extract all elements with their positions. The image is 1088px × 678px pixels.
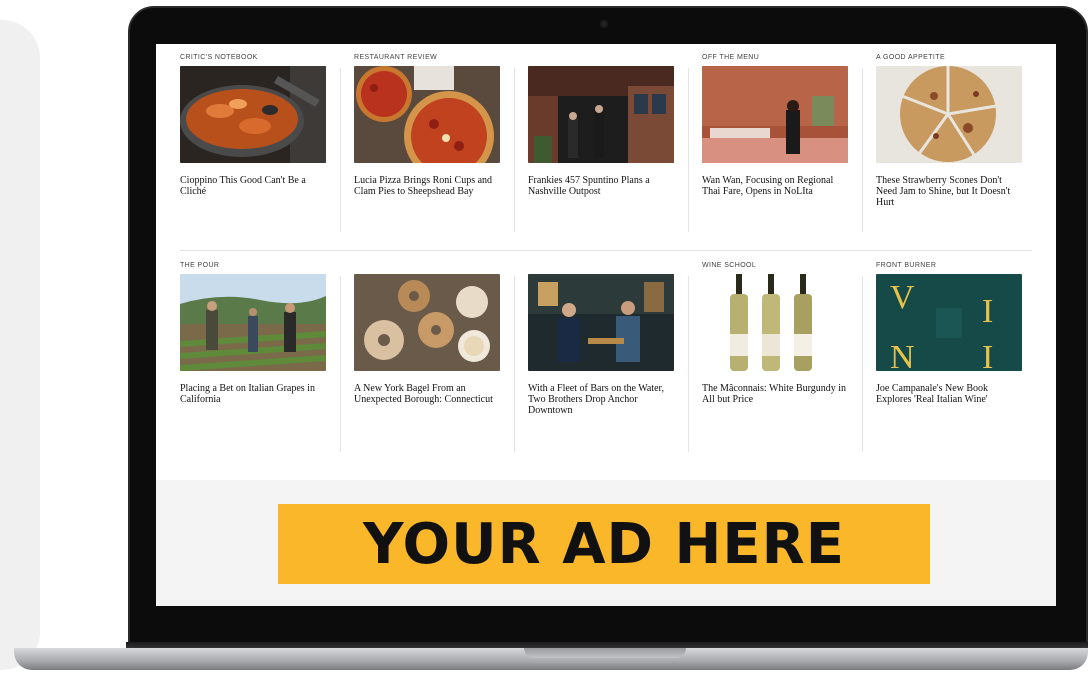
restaurant-interior-photo[interactable] bbox=[702, 66, 848, 163]
article-kicker: FRONT BURNER bbox=[876, 262, 937, 269]
book-cover-letter: N bbox=[890, 339, 915, 371]
article-card[interactable]: A GOOD APPETITE These Strawberry Scones … bbox=[862, 52, 1036, 232]
ad-banner-text: YOUR AD HERE bbox=[362, 511, 846, 577]
article-headline[interactable]: Wan Wan, Focusing on Regional Thai Fare,… bbox=[702, 175, 848, 197]
article-kicker bbox=[528, 52, 674, 66]
book-cover-letter: I bbox=[982, 293, 993, 330]
article-kicker: THE POUR bbox=[180, 262, 220, 269]
article-card[interactable]: OFF THE MENU Wan Wan, Focusing on Region… bbox=[688, 52, 862, 232]
article-kicker: RESTAURANT REVIEW bbox=[354, 54, 438, 61]
cioppino-photo[interactable] bbox=[180, 66, 326, 163]
article-card[interactable]: WINE SCHOOL The Mâconnais: White Burgund… bbox=[688, 260, 862, 452]
ad-area: YOUR AD HERE bbox=[156, 480, 1056, 606]
pizza-photo[interactable] bbox=[354, 66, 500, 163]
article-kicker: WINE SCHOOL bbox=[702, 262, 757, 269]
article-kicker bbox=[354, 260, 500, 274]
article-headline[interactable]: These Strawberry Scones Don't Need Jam t… bbox=[876, 175, 1022, 208]
storefront-photo[interactable] bbox=[528, 66, 674, 163]
article-headline[interactable]: With a Fleet of Bars on the Water, Two B… bbox=[528, 383, 674, 416]
bagels-photo[interactable] bbox=[354, 274, 500, 371]
article-card[interactable]: With a Fleet of Bars on the Water, Two B… bbox=[514, 260, 688, 452]
article-card[interactable]: CRITIC'S NOTEBOOK Cioppino This Good Can… bbox=[180, 52, 340, 232]
article-headline[interactable]: Lucia Pizza Brings Roni Cups and Clam Pi… bbox=[354, 175, 500, 197]
laptop-notch bbox=[524, 648, 686, 658]
article-headline[interactable]: Placing a Bet on Italian Grapes in Calif… bbox=[180, 383, 326, 405]
article-card[interactable]: THE POUR Placing a Bet on Italian Grapes… bbox=[180, 260, 340, 452]
article-headline[interactable]: Cioppino This Good Can't Be a Cliché bbox=[180, 175, 326, 197]
article-kicker: OFF THE MENU bbox=[702, 54, 760, 61]
article-card[interactable]: FRONT BURNER V I N I Joe Campanale's New… bbox=[862, 260, 1036, 452]
ad-banner[interactable]: YOUR AD HERE bbox=[278, 504, 930, 584]
wine-bottles-photo[interactable] bbox=[702, 274, 848, 371]
vineyard-photo[interactable] bbox=[180, 274, 326, 371]
scones-photo[interactable] bbox=[876, 66, 1022, 163]
book-cover-letter: V bbox=[890, 279, 915, 316]
article-headline[interactable]: Joe Campanale's New Book Explores 'Real … bbox=[876, 383, 1022, 405]
book-cover-letter: I bbox=[982, 339, 993, 371]
article-card[interactable]: A New York Bagel From an Unexpected Boro… bbox=[340, 260, 514, 452]
background-panel bbox=[0, 20, 40, 670]
article-row-1: CRITIC'S NOTEBOOK Cioppino This Good Can… bbox=[180, 52, 1032, 232]
article-kicker: A GOOD APPETITE bbox=[876, 54, 946, 61]
book-cover-photo[interactable]: V I N I bbox=[876, 274, 1022, 371]
article-kicker: CRITIC'S NOTEBOOK bbox=[180, 54, 258, 61]
article-kicker bbox=[528, 260, 674, 274]
article-card[interactable]: RESTAURANT REVIEW Lucia Pizza Brings Ron… bbox=[340, 52, 514, 232]
bar-photo[interactable] bbox=[528, 274, 674, 371]
article-headline[interactable]: A New York Bagel From an Unexpected Boro… bbox=[354, 383, 500, 405]
article-headline[interactable]: The Mâconnais: White Burgundy in All but… bbox=[702, 383, 848, 405]
row-divider bbox=[180, 250, 1032, 251]
webcam bbox=[600, 20, 608, 28]
article-card[interactable]: Frankies 457 Spuntino Plans a Nashville … bbox=[514, 52, 688, 232]
article-row-2: THE POUR Placing a Bet on Italian Grapes… bbox=[180, 260, 1032, 452]
laptop-screen: CRITIC'S NOTEBOOK Cioppino This Good Can… bbox=[156, 44, 1056, 606]
article-headline[interactable]: Frankies 457 Spuntino Plans a Nashville … bbox=[528, 175, 674, 197]
